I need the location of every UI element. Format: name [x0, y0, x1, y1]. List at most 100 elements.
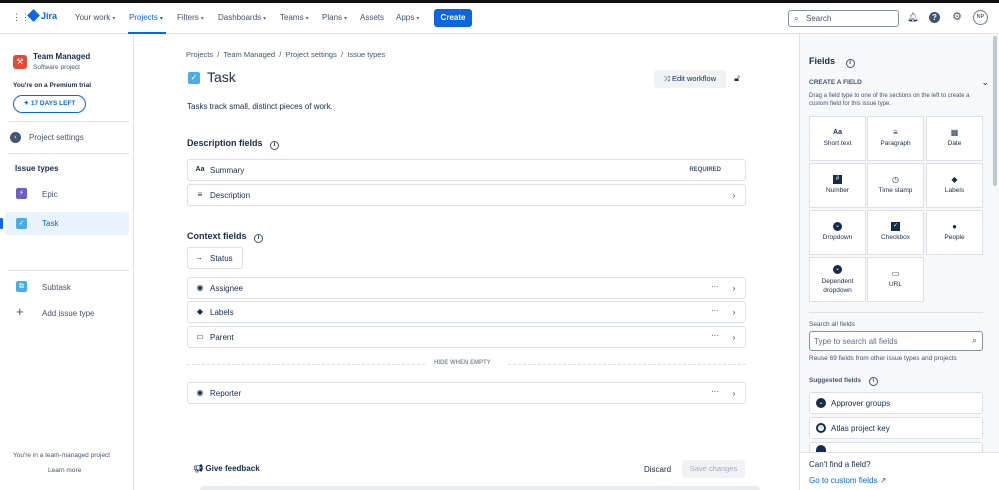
- create-button[interactable]: Create: [434, 9, 472, 27]
- breadcrumb-team-managed[interactable]: Team Managed: [223, 50, 275, 59]
- breadcrumb-issue-types[interactable]: Issue types: [347, 50, 385, 59]
- nav-label: Dashboards: [218, 13, 261, 22]
- nav-your-work[interactable]: Your work▾: [75, 13, 115, 22]
- search-icon: ⌕: [972, 335, 977, 346]
- trial-days-button[interactable]: ✦ 17 DAYS LEFT: [13, 95, 86, 113]
- learn-more-link[interactable]: Learn more: [48, 467, 81, 474]
- sidebar-item-label: Epic: [42, 190, 58, 199]
- field-tile-dropdown[interactable]: ⌄Dropdown: [809, 210, 866, 255]
- issue-type-description[interactable]: Tasks track small, distinct pieces of wo…: [187, 102, 333, 111]
- add-issue-type-button[interactable]: + Add issue type: [0, 303, 129, 323]
- save-changes-button[interactable]: Save changes: [682, 460, 745, 478]
- chevron-right-icon[interactable]: ›: [728, 189, 740, 202]
- field-tile-labels[interactable]: ◆Labels: [926, 163, 983, 208]
- sidebar: ⚒ Team Managed Software project You're o…: [0, 34, 134, 490]
- avatar[interactable]: NP: [973, 10, 988, 25]
- settings-gear-icon[interactable]: ⚙: [951, 11, 963, 23]
- tile-label: People: [944, 234, 964, 241]
- suggested-field-approver-groups[interactable]: ⌄ Approver groups: [809, 392, 983, 414]
- back-project-settings[interactable]: ‹ Project settings: [10, 131, 120, 145]
- field-label: Summary: [210, 166, 244, 175]
- field-row-reporter[interactable]: ◉ Reporter ··· ›: [187, 382, 746, 404]
- chevron-right-icon[interactable]: ›: [728, 306, 740, 319]
- field-tile-number[interactable]: #Number: [809, 163, 866, 208]
- breadcrumb-separator: /: [215, 50, 221, 59]
- chevron-down-icon: ▾: [344, 16, 347, 22]
- field-row-labels[interactable]: ◆ Labels ··· ›: [187, 301, 746, 323]
- reuse-fields-text: Reuse 69 fields from other issue types a…: [809, 355, 957, 362]
- field-tile-dependent-dropdown[interactable]: ⌄Dependent dropdown: [809, 257, 866, 302]
- create-field-header[interactable]: CREATE A FIELD ⌄: [809, 79, 989, 89]
- short-text-icon: Aa: [195, 165, 205, 175]
- sidebar-item-subtask[interactable]: ⧉ Subtask: [0, 277, 129, 297]
- more-options-icon[interactable]: ···: [709, 388, 721, 399]
- nav-dashboards[interactable]: Dashboards▾: [218, 13, 266, 22]
- nav-plans[interactable]: Plans▾: [322, 13, 347, 22]
- field-tile-url[interactable]: ▭URL: [867, 257, 924, 302]
- field-tile-checkbox[interactable]: ✓Checkbox: [867, 210, 924, 255]
- tag-icon: ◆: [195, 307, 205, 317]
- more-options-icon[interactable]: ···: [709, 307, 721, 318]
- chevron-right-icon[interactable]: ›: [728, 282, 740, 295]
- chevron-right-icon[interactable]: ›: [728, 387, 740, 400]
- parent-icon: ▭: [195, 332, 205, 342]
- tile-label: Dependent dropdown: [818, 277, 858, 295]
- create-field-label: CREATE A FIELD: [809, 79, 862, 86]
- give-feedback-button[interactable]: 📢︎ Give feedback: [193, 464, 260, 473]
- add-issue-type-label: Add issue type: [42, 309, 94, 318]
- edit-workflow-button[interactable]: ⤨ Edit workflow: [654, 70, 726, 88]
- field-tile-date[interactable]: ▦Date: [926, 116, 983, 161]
- field-tile-time-stamp[interactable]: ◷Time stamp: [867, 163, 924, 208]
- search-input[interactable]: ⌕ Search: [788, 10, 899, 27]
- nav-projects[interactable]: Projects▾: [129, 13, 163, 22]
- app-switcher-icon[interactable]: ⋮⋮⋮: [12, 12, 22, 22]
- chevron-down-icon: ▾: [112, 16, 115, 22]
- chevron-right-icon[interactable]: ›: [728, 331, 740, 344]
- more-options-icon[interactable]: ···: [709, 283, 721, 294]
- suggested-field-partial[interactable]: [809, 442, 983, 452]
- sidebar-item-label: Subtask: [42, 283, 71, 292]
- dropdown-icon: ⌄: [833, 222, 842, 231]
- breadcrumb-project-settings[interactable]: Project settings: [286, 50, 337, 59]
- info-icon[interactable]: i: [270, 141, 279, 150]
- suggested-field-atlas-project-key[interactable]: ○ Atlas project key: [809, 417, 983, 439]
- jira-logo[interactable]: Jira: [29, 11, 57, 25]
- sidebar-divider: [8, 270, 129, 271]
- scrollbar[interactable]: [993, 36, 997, 186]
- sidebar-item-epic[interactable]: ⚡︎ Epic: [0, 184, 129, 204]
- search-all-fields-input[interactable]: Type to search all fields ⌕: [809, 331, 983, 351]
- sidebar-divider: [8, 153, 129, 154]
- nav-teams[interactable]: Teams▾: [280, 13, 309, 22]
- nav-filters[interactable]: Filters▾: [177, 13, 204, 22]
- atlas-icon: ○: [816, 423, 826, 433]
- field-tile-people[interactable]: ● People: [926, 210, 983, 255]
- chevron-down-icon: ⌄: [981, 77, 989, 88]
- discard-button[interactable]: Discard: [644, 465, 671, 474]
- status-field-button[interactable]: → Status: [187, 247, 243, 269]
- sidebar-item-task[interactable]: ✓ Task: [5, 212, 129, 235]
- notifications-icon[interactable]: 🔔︎: [907, 12, 918, 23]
- field-tile-paragraph[interactable]: ≡Paragraph: [867, 116, 924, 161]
- context-fields-heading: Context fields i: [187, 231, 263, 243]
- info-icon[interactable]: i: [846, 59, 855, 68]
- custom-fields-link[interactable]: Go to custom fields ↗: [809, 476, 886, 485]
- lock-icon[interactable]: 🔓︎: [732, 72, 742, 85]
- suggested-fields-heading: Suggested fields i: [809, 377, 878, 386]
- field-row-summary[interactable]: Aa Summary REQUIRED: [187, 159, 746, 181]
- person-icon: ●: [950, 222, 959, 231]
- nav-assets[interactable]: Assets: [360, 13, 384, 22]
- breadcrumb-projects[interactable]: Projects: [186, 50, 213, 59]
- help-icon[interactable]: ?: [929, 12, 940, 23]
- project-name[interactable]: Team Managed: [33, 52, 90, 61]
- nav-apps[interactable]: Apps▾: [396, 13, 419, 22]
- tile-label: Checkbox: [881, 234, 910, 241]
- info-icon[interactable]: i: [254, 234, 263, 243]
- field-row-description[interactable]: ≡ Description ›: [187, 184, 746, 206]
- more-options-icon[interactable]: ···: [709, 332, 721, 343]
- field-row-parent[interactable]: ▭ Parent ··· ›: [187, 326, 746, 348]
- field-row-assignee[interactable]: ◉ Assignee ··· ›: [187, 277, 746, 299]
- info-icon[interactable]: i: [869, 377, 878, 386]
- field-tile-short-text[interactable]: AaShort text: [809, 116, 866, 161]
- dropdown-icon: ⌄: [816, 398, 826, 408]
- field-label: Labels: [210, 308, 234, 317]
